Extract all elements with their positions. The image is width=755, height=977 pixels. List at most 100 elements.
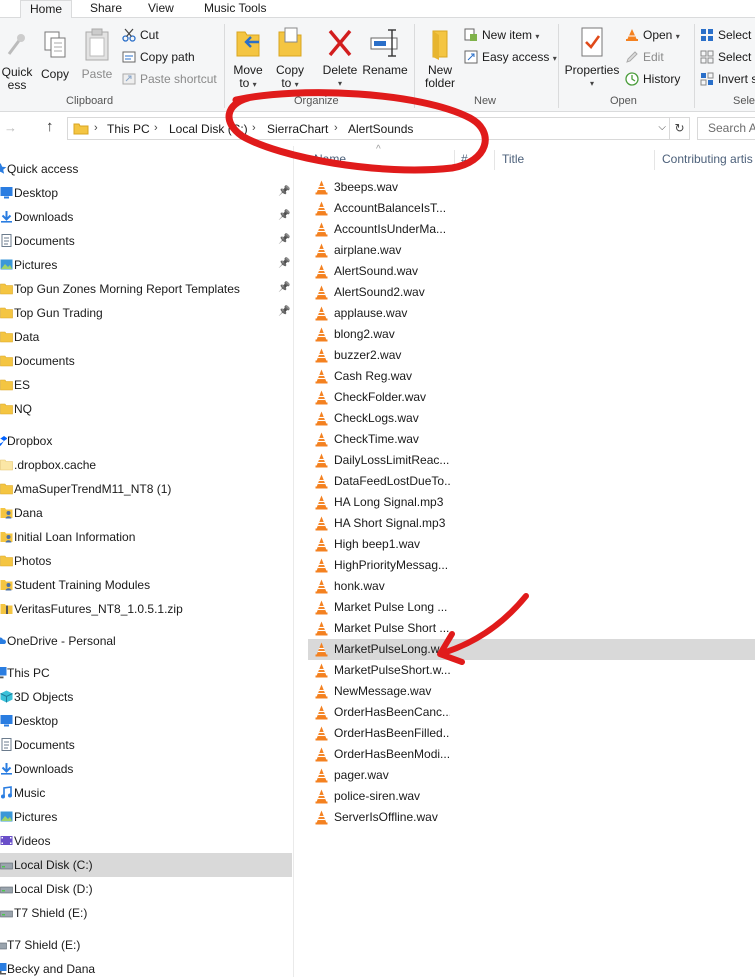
file-row[interactable]: OrderHasBeenFilled...	[308, 723, 755, 744]
tab-home[interactable]: Home	[20, 0, 72, 19]
rename-button[interactable]: Rename	[362, 26, 408, 77]
nav-item-documents[interactable]: Documents	[0, 733, 292, 757]
file-row[interactable]: MarketPulseShort.w...	[308, 660, 755, 681]
file-row[interactable]: CheckTime.wav	[308, 429, 755, 450]
refresh-icon[interactable]: ↻	[670, 117, 690, 140]
nav-item-this-pc[interactable]: This PC	[0, 661, 292, 685]
paste-button[interactable]: Paste	[78, 28, 116, 81]
new-folder-icon	[432, 30, 448, 60]
tab-music-tools[interactable]: Music Tools	[202, 0, 268, 18]
nav-item-music[interactable]: Music	[0, 781, 292, 805]
folder-icon	[0, 483, 13, 495]
nav-item-dropbox-cache[interactable]: .dropbox.cache	[0, 453, 292, 477]
file-row[interactable]: AlertSound2.wav	[308, 282, 755, 303]
delete-button[interactable]: Delete ▾	[320, 26, 360, 90]
nav-item-photos[interactable]: Photos	[0, 549, 292, 573]
nav-item-t7-shield-e[interactable]: T7 Shield (E:)	[0, 933, 292, 957]
file-row[interactable]: AlertSound.wav	[308, 261, 755, 282]
file-row[interactable]: MarketPulseLong.wav	[308, 639, 755, 660]
file-row[interactable]: DataFeedLostDueTo...	[308, 471, 755, 492]
nav-item-quick-access[interactable]: Quick access	[0, 157, 292, 181]
file-row[interactable]: Market Pulse Short ...	[308, 618, 755, 639]
chevron-down-icon[interactable]: ⌵	[658, 122, 666, 133]
tab-share[interactable]: Share	[88, 0, 124, 18]
move-to-button[interactable]: Move to ▾	[230, 26, 266, 91]
nav-item-student-training-modules[interactable]: Student Training Modules	[0, 573, 292, 597]
file-name: CheckFolder.wav	[334, 390, 427, 404]
nav-item-t7-shield-e[interactable]: T7 Shield (E:)	[0, 901, 292, 925]
pin-quick-access-button[interactable]: Quick ess	[0, 30, 34, 92]
file-row[interactable]: CheckFolder.wav	[308, 387, 755, 408]
copy-path-icon	[122, 51, 136, 63]
file-row[interactable]: blong2.wav	[308, 324, 755, 345]
file-row[interactable]: OrderHasBeenCanc...	[308, 702, 755, 723]
file-row[interactable]: CheckLogs.wav	[308, 408, 755, 429]
file-row[interactable]: Market Pulse Long ...	[308, 597, 755, 618]
nav-item-documents[interactable]: Documents 📌	[0, 229, 292, 253]
nav-item-downloads[interactable]: Downloads	[0, 757, 292, 781]
breadcrumb-local-disk-c[interactable]: Local Disk (C:)	[169, 122, 248, 136]
column-header-number[interactable]: #	[461, 152, 468, 166]
file-row[interactable]: HighPriorityMessag...	[308, 555, 755, 576]
column-header-name[interactable]: Name	[314, 152, 346, 166]
file-name: DailyLossLimitReac...	[334, 453, 450, 467]
file-row[interactable]: HA Long Signal.mp3	[308, 492, 755, 513]
address-bar[interactable]: › This PC › Local Disk (C:) › SierraChar…	[67, 117, 670, 140]
nav-item-desktop[interactable]: Desktop 📌	[0, 181, 292, 205]
nav-item-pictures[interactable]: Pictures	[0, 805, 292, 829]
file-row[interactable]: buzzer2.wav	[308, 345, 755, 366]
nav-item-onedrive-personal[interactable]: OneDrive - Personal	[0, 629, 292, 653]
folder-icon	[0, 379, 13, 391]
nav-item-dropbox[interactable]: Dropbox	[0, 429, 292, 453]
nav-item-veritasfutures-nt8-1-0-5-1-zip[interactable]: VeritasFutures_NT8_1.0.5.1.zip	[0, 597, 292, 621]
properties-label: Properties	[564, 63, 620, 77]
nav-item-desktop[interactable]: Desktop	[0, 709, 292, 733]
breadcrumb-this-pc[interactable]: This PC	[107, 122, 150, 136]
file-row[interactable]: NewMessage.wav	[308, 681, 755, 702]
nav-item-3d-objects[interactable]: 3D Objects	[0, 685, 292, 709]
forward-arrow-icon[interactable]: →	[4, 120, 17, 135]
properties-button[interactable]: Properties ▾	[564, 26, 620, 90]
nav-item-becky-and-dana[interactable]: Becky and Dana	[0, 957, 292, 977]
nav-item-local-disk-c[interactable]: Local Disk (C:)	[0, 853, 292, 877]
new-folder-button[interactable]: New folder	[420, 28, 460, 90]
file-row[interactable]: DailyLossLimitReac...	[308, 450, 755, 471]
file-row[interactable]: OrderHasBeenModi...	[308, 744, 755, 765]
file-row[interactable]: High beep1.wav	[308, 534, 755, 555]
file-row[interactable]: AccountIsUnderMa...	[308, 219, 755, 240]
file-row[interactable]: Cash Reg.wav	[308, 366, 755, 387]
file-row[interactable]: airplane.wav	[308, 240, 755, 261]
nav-item-pictures[interactable]: Pictures 📌	[0, 253, 292, 277]
nav-item-top-gun-trading[interactable]: Top Gun Trading 📌	[0, 301, 292, 325]
file-row[interactable]: HA Short Signal.mp3	[308, 513, 755, 534]
nav-item-initial-loan-information[interactable]: Initial Loan Information	[0, 525, 292, 549]
file-row[interactable]: ServerIsOffline.wav	[308, 807, 755, 828]
nav-item-local-disk-d[interactable]: Local Disk (D:)	[0, 877, 292, 901]
ribbon-tab-bar: Home Share View Music Tools	[0, 0, 755, 19]
file-row[interactable]: 3beeps.wav	[308, 177, 755, 198]
column-header-title[interactable]: Title	[502, 152, 524, 166]
copy-button[interactable]: Copy	[38, 30, 72, 81]
nav-item-videos[interactable]: Videos	[0, 829, 292, 853]
breadcrumb-alertsounds[interactable]: AlertSounds	[348, 122, 413, 136]
search-input[interactable]: Search A	[697, 117, 755, 140]
nav-item-documents[interactable]: Documents	[0, 349, 292, 373]
file-row[interactable]: honk.wav	[308, 576, 755, 597]
up-arrow-icon[interactable]: ↑	[46, 118, 54, 135]
tab-view[interactable]: View	[146, 0, 176, 18]
nav-item-data[interactable]: Data	[0, 325, 292, 349]
nav-item-downloads[interactable]: Downloads 📌	[0, 205, 292, 229]
file-row[interactable]: applause.wav	[308, 303, 755, 324]
file-row[interactable]: police-siren.wav	[308, 786, 755, 807]
nav-item-label: Initial Loan Information	[14, 530, 136, 544]
column-header-contributing-artists[interactable]: Contributing artis	[662, 152, 753, 166]
nav-item-nq[interactable]: NQ	[0, 397, 292, 421]
nav-item-top-gun-zones-morning-report-templates[interactable]: Top Gun Zones Morning Report Templates 📌	[0, 277, 292, 301]
breadcrumb-sierrachart[interactable]: SierraChart	[267, 122, 328, 136]
nav-item-dana[interactable]: Dana	[0, 501, 292, 525]
nav-item-es[interactable]: ES	[0, 373, 292, 397]
file-row[interactable]: AccountBalanceIsT...	[308, 198, 755, 219]
nav-item-amasupertrendm11-nt8-1[interactable]: AmaSuperTrendM11_NT8 (1)	[0, 477, 292, 501]
copy-to-button[interactable]: Copy to ▾	[272, 26, 308, 91]
file-row[interactable]: pager.wav	[308, 765, 755, 786]
